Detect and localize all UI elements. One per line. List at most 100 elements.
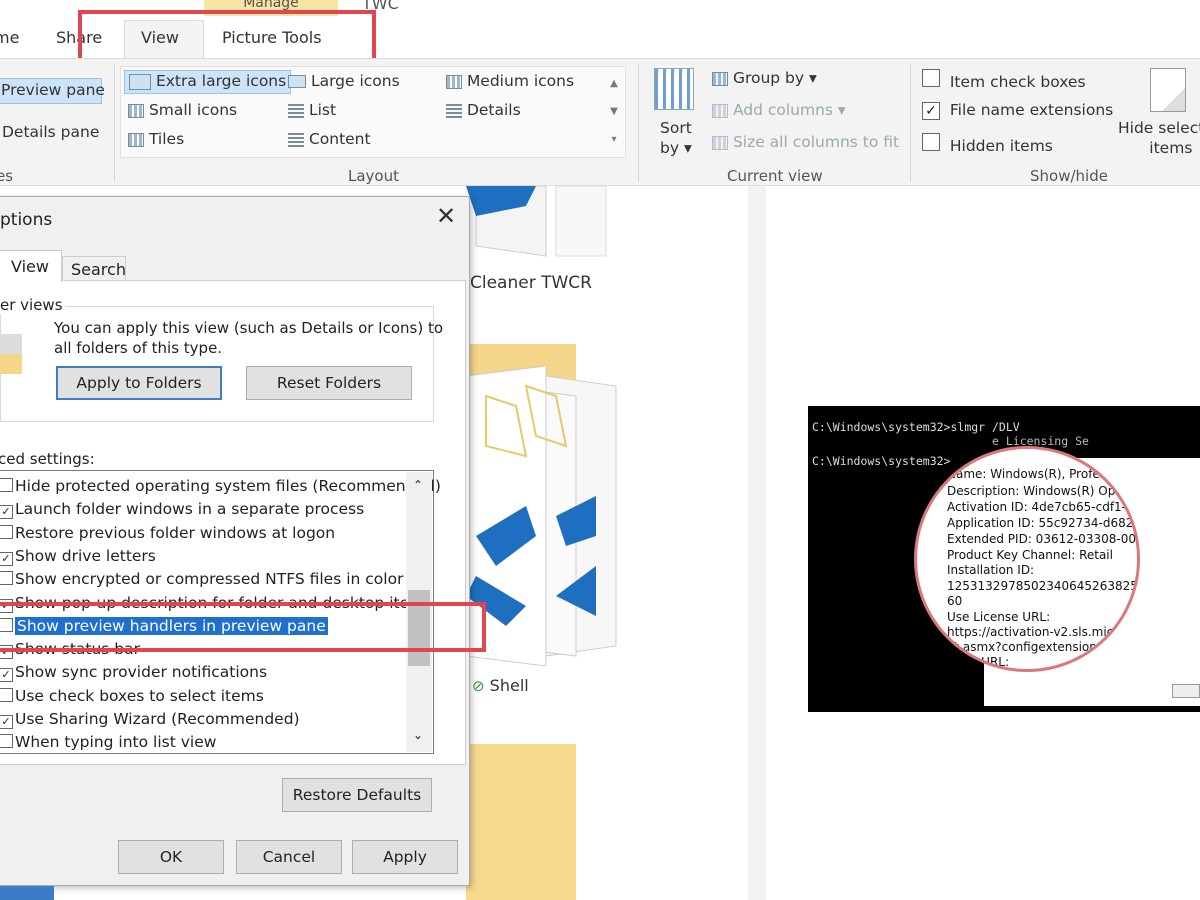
hide-selected-icon xyxy=(1150,68,1186,112)
setting-label: Show drive letters xyxy=(15,546,156,565)
gallery-expand-icon: ▾ xyxy=(611,134,617,145)
detail-activation-id: Activation ID: 4de7cb65-cdf1-4d xyxy=(947,500,1140,514)
layout-content[interactable]: Content xyxy=(288,130,371,148)
setting-label: Launch folder windows in a separate proc… xyxy=(15,500,365,519)
item-check-boxes-checkbox[interactable] xyxy=(922,69,940,87)
setting-checkbox[interactable] xyxy=(0,478,13,492)
advanced-settings-heading: ced settings: xyxy=(0,450,95,468)
medium-icons-label: Medium icons xyxy=(466,72,575,90)
sort-by-button[interactable]: Sort by ▾ xyxy=(660,118,692,158)
layout-medium-icons[interactable]: Medium icons xyxy=(446,72,574,90)
folder-views-icon xyxy=(0,334,22,374)
setting-checkbox[interactable] xyxy=(0,687,13,702)
reset-folders-button[interactable]: Reset Folders xyxy=(246,366,412,400)
layout-large-icons[interactable]: Large icons xyxy=(288,72,400,90)
setting-row[interactable]: Restore previous folder windows at logon xyxy=(0,524,335,542)
setting-label: Show encrypted or compressed NTFS files … xyxy=(15,570,404,589)
magnifier-circle: Name: Windows(R), Professi Description: … xyxy=(914,446,1140,672)
restore-defaults-button[interactable]: Restore Defaults xyxy=(282,778,432,812)
tab-view-dialog[interactable]: View xyxy=(0,250,62,282)
preview-pane-label: Preview pane xyxy=(1,81,105,99)
close-icon[interactable]: ✕ xyxy=(436,202,456,230)
detail-use-license-url-label: Use License URL: xyxy=(947,610,1051,624)
detail-extended-pid: Extended PID: 03612-03308-000-0 xyxy=(947,532,1140,546)
setting-row[interactable]: Show encrypted or compressed NTFS files … xyxy=(0,570,403,588)
apply-to-folders-button[interactable]: Apply to Folders xyxy=(56,366,222,400)
setting-row[interactable]: Hide protected operating system files (R… xyxy=(0,477,441,495)
setting-checkbox[interactable]: ✓ xyxy=(0,715,13,729)
detail-use-license-url: https://activation-v2.sls.micro xyxy=(947,625,1126,639)
hidden-items-checkbox[interactable] xyxy=(922,133,940,151)
setting-checkbox[interactable] xyxy=(0,734,13,749)
folder-views-description-line1: You can apply this view (such as Details… xyxy=(54,319,444,337)
group-by-label: Group by ▾ xyxy=(732,69,817,87)
setting-row[interactable]: ✓ Use Sharing Wizard (Recommended) xyxy=(0,710,300,729)
medium-icons-icon xyxy=(446,74,462,89)
setting-row[interactable]: ✓ Show drive letters xyxy=(0,547,156,566)
layout-extra-large-icons[interactable]: Extra large icons xyxy=(124,70,292,94)
setting-checkbox[interactable]: ✓ xyxy=(0,505,13,520)
setting-label: Restore previous folder windows at logon xyxy=(15,523,336,542)
layout-group-label: Layout xyxy=(348,167,399,185)
large-icons-icon xyxy=(288,75,306,88)
layout-tiles[interactable]: Tiles xyxy=(128,130,184,148)
layout-list[interactable]: List xyxy=(288,101,336,119)
setting-row[interactable]: ✓ Launch folder windows in a separate pro… xyxy=(0,500,365,520)
item-check-boxes-toggle[interactable]: Item check boxes xyxy=(922,69,1086,91)
list-label: List xyxy=(308,101,337,119)
setting-row[interactable]: ✓ Show sync provider notifications xyxy=(0,663,268,683)
detail-url-continued: at.asmx?configextension xyxy=(947,640,1097,654)
file-name-extensions-toggle[interactable]: ✓ File name extensions xyxy=(922,101,1113,120)
preview-pane-button[interactable]: Preview pane xyxy=(0,78,105,104)
document-stack-icon xyxy=(465,365,617,667)
file-name-extensions-label: File name extensions xyxy=(949,101,1114,119)
size-columns-button[interactable]: Size all columns to fit xyxy=(712,133,899,151)
size-columns-label: Size all columns to fit xyxy=(732,133,900,151)
small-icons-icon xyxy=(128,103,144,118)
setting-label: Hide protected operating system files (R… xyxy=(15,477,441,495)
tiles-label: Tiles xyxy=(148,130,185,148)
apply-button[interactable]: Apply xyxy=(352,840,458,874)
file-name-extensions-checkbox[interactable]: ✓ xyxy=(922,102,940,120)
document-icon xyxy=(466,185,607,257)
sync-status-icon: ⊘ xyxy=(472,677,485,695)
layout-details[interactable]: Details xyxy=(446,101,521,119)
panes-group-label: es xyxy=(0,167,14,185)
chevron-down-icon[interactable]: ⌄ xyxy=(413,728,423,742)
ribbon-separator xyxy=(638,64,639,182)
setting-row[interactable]: When typing into list view xyxy=(0,733,216,751)
cmd-line-2: C:\Windows\system32> xyxy=(812,454,951,468)
tab-view-dialog-label: View xyxy=(11,257,49,276)
setting-label: Show sync provider notifications xyxy=(15,663,268,682)
preview-pane-divider[interactable] xyxy=(748,186,766,900)
layout-gallery-scroll[interactable]: ▲ ▼ ▾ xyxy=(606,70,622,154)
setting-checkbox[interactable] xyxy=(0,571,13,586)
add-columns-label: Add columns ▾ xyxy=(732,101,846,119)
tiles-icon xyxy=(128,132,144,147)
hide-selected-items-button[interactable]: Hide selected items xyxy=(1118,118,1200,158)
tab-search-dialog[interactable]: Search xyxy=(62,256,126,282)
tab-home[interactable]: me xyxy=(0,28,19,47)
group-by-button[interactable]: Group by ▾ xyxy=(712,69,817,87)
setting-checkbox[interactable] xyxy=(0,524,13,539)
add-columns-button[interactable]: Add columns ▾ xyxy=(712,101,846,119)
hidden-items-label: Hidden items xyxy=(949,137,1053,155)
setting-checkbox[interactable]: ✓ xyxy=(0,551,13,566)
sort-by-label-line2: by ▾ xyxy=(660,139,692,157)
setting-checkbox[interactable]: ✓ xyxy=(0,668,13,683)
cancel-button[interactable]: Cancel xyxy=(236,840,342,874)
file-thumbnail-1[interactable] xyxy=(466,185,616,266)
sort-by-icon xyxy=(654,68,694,110)
small-icons-label: Small icons xyxy=(148,101,238,119)
file-name-2[interactable]: ⊘ Shell xyxy=(472,676,529,695)
setting-row[interactable]: Use check boxes to select items xyxy=(0,687,264,705)
chevron-up-icon[interactable]: ⌃ xyxy=(413,478,423,492)
detail-installation-id: 1253132978502340645263825035 xyxy=(947,579,1140,593)
file-name-1[interactable]: Cleaner TWCR xyxy=(470,273,592,293)
taskbar-fragment xyxy=(0,886,54,900)
layout-small-icons[interactable]: Small icons xyxy=(128,101,237,119)
details-pane-button[interactable]: Details pane xyxy=(2,123,99,141)
ok-button[interactable]: OK xyxy=(118,840,224,874)
file-thumbnail-2[interactable] xyxy=(465,365,626,667)
hidden-items-toggle[interactable]: Hidden items xyxy=(922,133,1053,155)
